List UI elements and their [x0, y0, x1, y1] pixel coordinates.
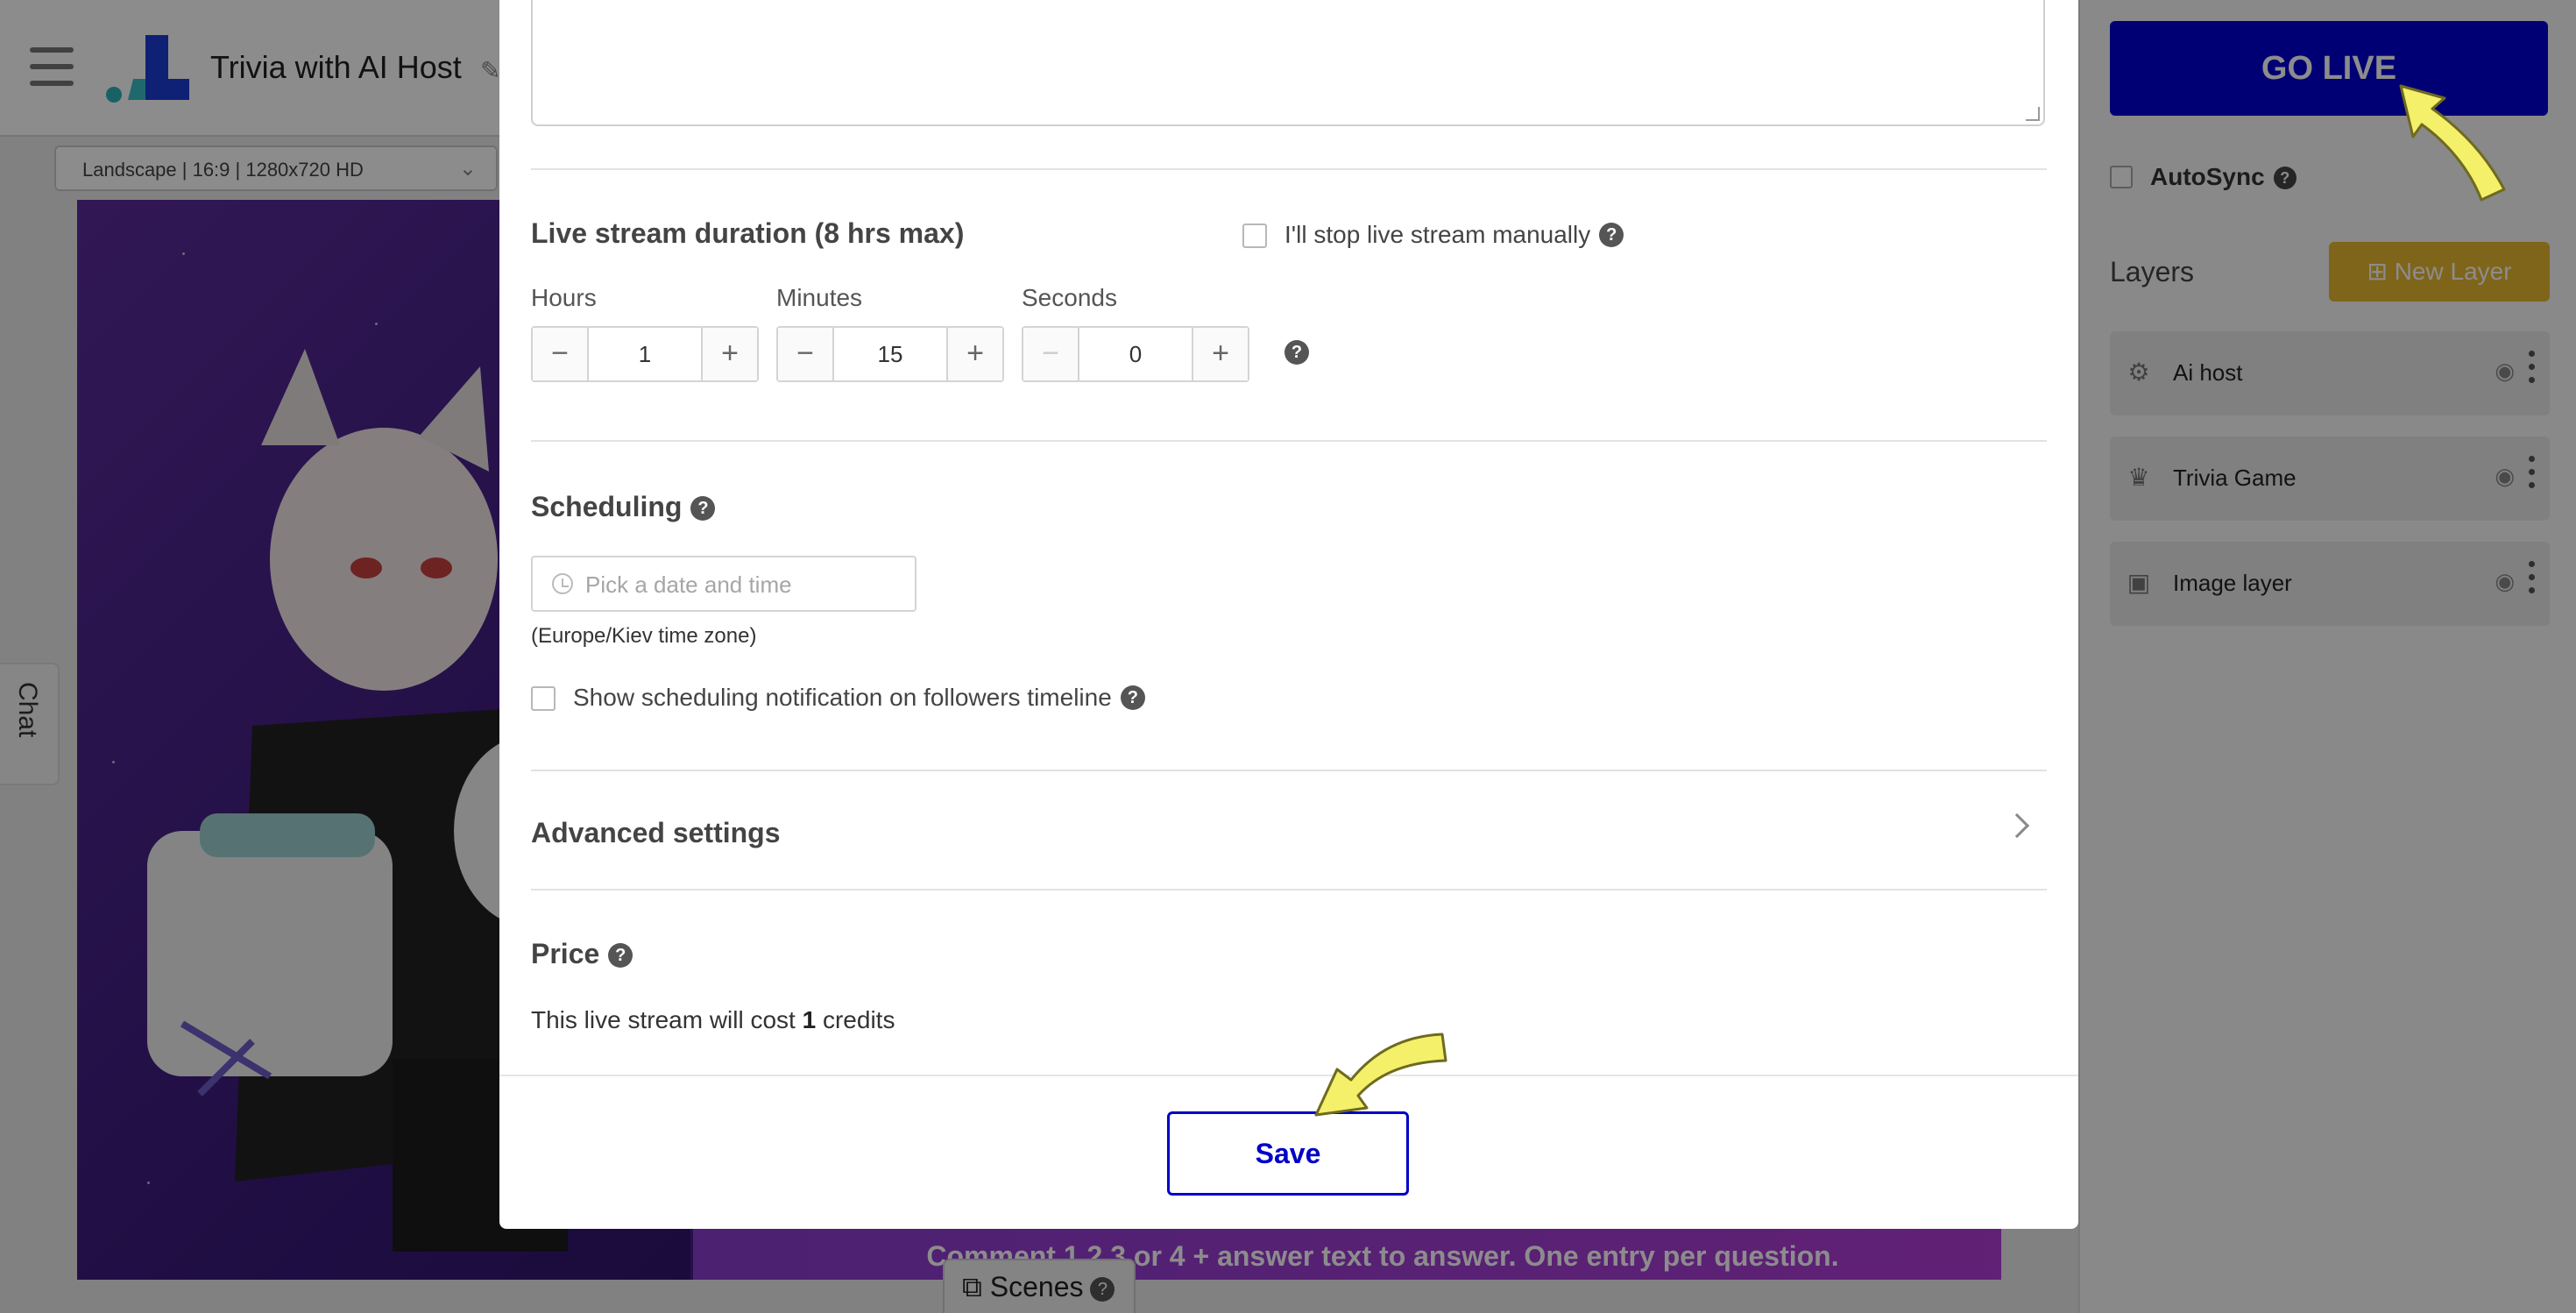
duration-help-icon[interactable]: ?	[1284, 340, 1309, 365]
price-title: Price?	[531, 938, 633, 970]
timezone-note: (Europe/Kiev time zone)	[531, 624, 757, 648]
schedule-datetime-input[interactable]	[585, 568, 901, 601]
annotation-arrow-save	[1314, 1033, 1447, 1117]
price-help-icon[interactable]: ?	[608, 943, 633, 968]
price-description: This live stream will cost 1 credits	[531, 1006, 895, 1034]
seconds-increment-button[interactable]: +	[1192, 328, 1248, 380]
hours-stepper: − 1 +	[531, 326, 759, 382]
price-text-before: This live stream will cost	[531, 1006, 803, 1033]
hours-label: Hours	[531, 284, 597, 311]
seconds-value[interactable]: 0	[1079, 328, 1192, 380]
notify-followers-option[interactable]: Show scheduling notification on follower…	[531, 684, 1145, 712]
duration-title: Live stream duration (8 hrs max)	[531, 217, 965, 249]
divider	[531, 440, 2047, 442]
chevron-right-icon	[2004, 813, 2030, 839]
hours-increment-button[interactable]: +	[701, 328, 757, 380]
minutes-value[interactable]: 15	[834, 328, 946, 380]
advanced-settings-row[interactable]: Advanced settings	[531, 771, 2047, 891]
scheduling-title-text: Scheduling	[531, 491, 683, 522]
manual-stop-checkbox[interactable]	[1242, 224, 1267, 248]
schedule-datetime-picker[interactable]	[531, 556, 916, 612]
scheduling-help-icon[interactable]: ?	[690, 496, 716, 521]
minutes-stepper: − 15 +	[776, 326, 1004, 382]
divider	[531, 889, 2047, 891]
seconds-label: Seconds	[1022, 284, 1117, 311]
save-button[interactable]: Save	[1167, 1111, 1409, 1196]
description-textarea[interactable]	[531, 0, 2045, 126]
notify-followers-label: Show scheduling notification on follower…	[573, 684, 1112, 711]
seconds-decrement-button[interactable]: −	[1023, 328, 1079, 380]
manual-stop-help-icon[interactable]: ?	[1599, 223, 1624, 247]
modal-footer-divider	[499, 1075, 2078, 1076]
notify-followers-help-icon[interactable]: ?	[1120, 685, 1145, 710]
manual-stop-option[interactable]: I'll stop live stream manually?	[1242, 221, 1624, 249]
hours-decrement-button[interactable]: −	[533, 328, 589, 380]
price-title-text: Price	[531, 938, 600, 969]
minutes-increment-button[interactable]: +	[946, 328, 1002, 380]
seconds-stepper: − 0 +	[1022, 326, 1249, 382]
scheduling-title: Scheduling?	[531, 491, 716, 523]
price-credits-value: 1	[802, 1006, 817, 1033]
manual-stop-label: I'll stop live stream manually	[1284, 221, 1591, 248]
divider	[531, 168, 2047, 170]
annotation-arrow-go-live	[2399, 84, 2506, 202]
notify-followers-checkbox[interactable]	[531, 686, 556, 711]
hours-value[interactable]: 1	[589, 328, 701, 380]
minutes-label: Minutes	[776, 284, 863, 311]
minutes-decrement-button[interactable]: −	[778, 328, 834, 380]
live-stream-settings-modal: Live stream duration (8 hrs max) I'll st…	[499, 0, 2078, 1229]
clock-icon	[552, 573, 573, 594]
advanced-settings-label: Advanced settings	[531, 817, 781, 848]
price-text-after: credits	[816, 1006, 895, 1033]
resize-handle-icon[interactable]	[2026, 107, 2040, 121]
